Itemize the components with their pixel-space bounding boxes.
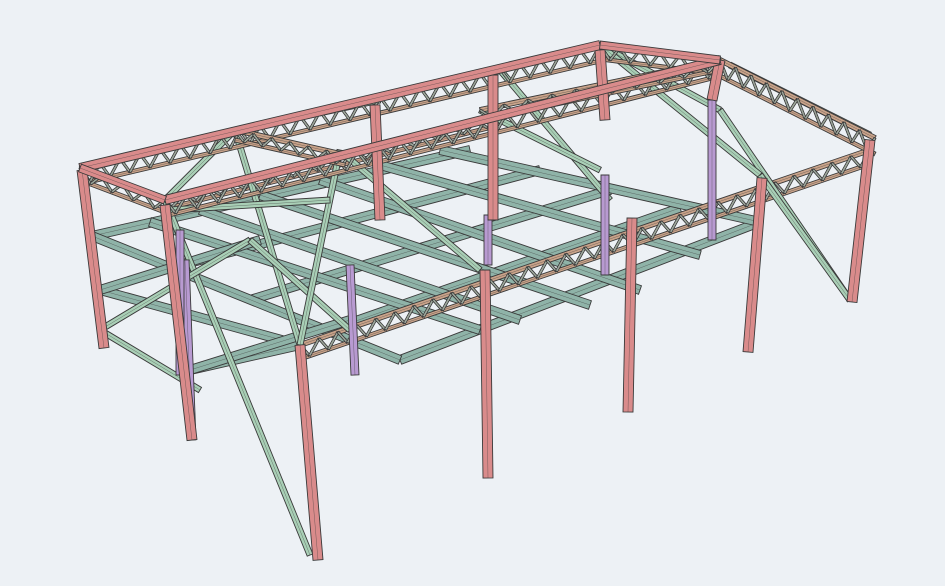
- floor-edge-truss-web-centerline: [394, 312, 405, 324]
- floor-edge-truss-web-centerline: [470, 286, 481, 298]
- roof-end-truss-web-centerline: [758, 83, 767, 96]
- floor-edge-truss-web-centerline: [679, 214, 690, 226]
- floor-edge-truss-web-centerline: [527, 266, 538, 278]
- floor-edge-truss-web-centerline: [584, 247, 595, 259]
- model-viewport[interactable]: [0, 0, 945, 586]
- steel-frame-model[interactable]: [0, 0, 945, 586]
- floor-edge-truss-web-centerline: [793, 175, 804, 187]
- floor-edge-truss-web-centerline: [356, 325, 367, 337]
- main-column-centerline: [299, 344, 319, 561]
- floor-edge-truss-web-centerline: [318, 338, 329, 350]
- bracing-member-centerline: [759, 174, 851, 301]
- roof-end-truss-web-centerline: [836, 122, 845, 135]
- roof-end-truss-web-centerline: [820, 114, 829, 127]
- roof-end-truss-web-centerline: [805, 106, 814, 120]
- roof-end-truss-web-centerline: [851, 130, 860, 143]
- roof-end-truss-web-centerline: [774, 91, 783, 104]
- floor-edge-truss-web-centerline: [660, 221, 671, 233]
- floor-edge-truss-web-centerline: [489, 279, 500, 291]
- floor-edge-truss-web-centerline: [850, 156, 861, 168]
- floor-edge-truss-web-centerline: [831, 162, 842, 174]
- floor-edge-truss-web-centerline: [375, 318, 386, 330]
- floor-edge-truss-web-centerline: [432, 299, 443, 311]
- floor-edge-truss-web-centerline: [812, 169, 823, 181]
- roof-end-truss-web-centerline: [789, 98, 798, 112]
- floor-edge-truss-web-centerline: [736, 195, 747, 207]
- main-column-centerline: [81, 169, 105, 349]
